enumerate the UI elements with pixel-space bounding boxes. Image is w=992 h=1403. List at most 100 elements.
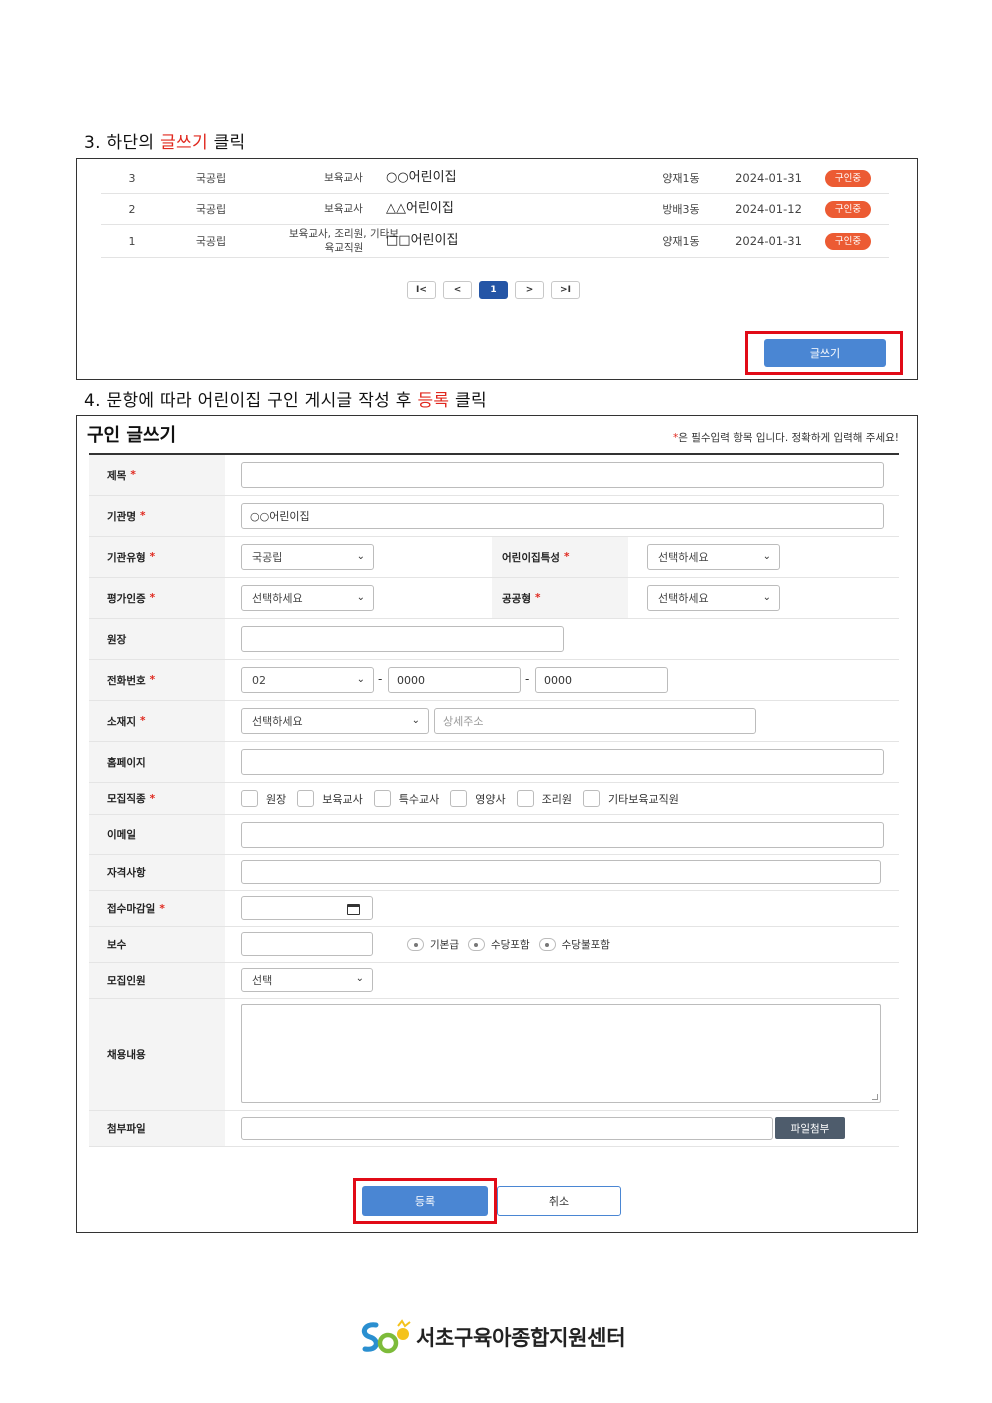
position-option-label: 원장: [266, 792, 287, 806]
subject-input[interactable]: [241, 462, 884, 488]
table-row[interactable]: 1 국공립 보육교사, 조리원, 기타보육교직원 □□어린이집 양재1동 202…: [101, 225, 889, 258]
status-badge-wrap: 구인중: [819, 194, 877, 225]
position-option-label: 보육교사: [322, 792, 363, 806]
cancel-button[interactable]: 취소: [497, 1186, 621, 1216]
footer-org-name: 서초구육아종합지원센터: [416, 1326, 626, 1350]
next-page-button[interactable]: >: [515, 281, 544, 299]
step3-highlight: 글쓰기: [160, 133, 208, 153]
row-org-name[interactable]: △△어린이집: [386, 194, 586, 225]
attachment-input[interactable]: [241, 1117, 773, 1140]
radio-button[interactable]: [538, 938, 556, 951]
phone-mid-input[interactable]: 0000: [388, 667, 521, 693]
row-org-type: 국공립: [195, 234, 227, 248]
position-option-label: 영양사: [475, 792, 506, 806]
checkbox[interactable]: [516, 790, 534, 807]
first-page-button[interactable]: I<: [407, 281, 436, 299]
accreditation-row: 평가인증 * 선택하세요 ⌄ 공공형 * 선택하세요 ⌄: [89, 578, 899, 619]
row-area: 양재1동: [662, 171, 700, 185]
chevron-down-icon: ⌄: [411, 715, 420, 726]
director-row: 원장: [89, 619, 899, 660]
checkbox[interactable]: [373, 790, 391, 807]
qualification-input[interactable]: [241, 860, 881, 884]
form-title: 구인 글쓰기: [87, 425, 177, 446]
center-logo-icon: [361, 1319, 411, 1354]
position-option-label: 특수교사: [398, 792, 440, 806]
checkbox[interactable]: [297, 790, 315, 807]
row-org-name[interactable]: ○○어린이집: [386, 163, 586, 194]
address-select[interactable]: 선택하세요 ⌄: [241, 708, 429, 734]
write-button[interactable]: 글쓰기: [764, 339, 886, 367]
row-area: 양재1동: [662, 234, 700, 248]
phone-last-input[interactable]: 0000: [535, 667, 668, 693]
content-row: 채용내용: [89, 999, 899, 1111]
address-row: 소재지 * 선택하세요 ⌄ 상세주소: [89, 701, 899, 742]
org-name-input[interactable]: ○○어린이집: [241, 503, 884, 529]
last-page-button[interactable]: >I: [551, 281, 580, 299]
attach-file-button[interactable]: 파일첨부: [775, 1117, 845, 1139]
chevron-down-icon: ⌄: [762, 551, 771, 562]
positions-checkboxes: 원장 보육교사 특수교사 영양사 조리원 기타보육교직원: [241, 783, 690, 814]
status-badge: 구인중: [824, 201, 872, 218]
feature-select[interactable]: 선택하세요 ⌄: [647, 544, 780, 570]
headcount-row: 모집인원 선택 ⌄: [89, 963, 899, 999]
status-badge-wrap: 구인중: [819, 163, 877, 194]
org-name-row: 기관명 * ○○어린이집: [89, 496, 899, 537]
director-input[interactable]: [241, 626, 564, 652]
checkbox[interactable]: [241, 790, 258, 807]
prev-page-button[interactable]: <: [443, 281, 472, 299]
row-job: 보육교사, 조리원, 기타보육교직원: [289, 228, 399, 254]
phone-area-select[interactable]: 02 ⌄: [241, 667, 374, 693]
row-number: 3: [128, 171, 136, 185]
attachment-row: 첨부파일 파일첨부: [89, 1111, 899, 1147]
required-note-text: 은 필수입력 항목 입니다. 정확하게 입력해 주세요!: [678, 432, 899, 444]
public-select[interactable]: 선택하세요 ⌄: [647, 585, 780, 611]
salary-label: 보수: [89, 927, 225, 962]
email-label: 이메일: [89, 815, 225, 854]
content-label: 채용내용: [89, 999, 225, 1110]
step4-highlight: 등록: [417, 391, 450, 411]
radio-button[interactable]: [467, 938, 485, 951]
checkbox[interactable]: [450, 790, 468, 807]
org-type-label: 기관유형 *: [89, 537, 225, 577]
headcount-select[interactable]: 선택 ⌄: [241, 968, 373, 992]
homepage-input[interactable]: [241, 749, 884, 775]
row-date: 2024-01-31: [735, 171, 802, 186]
deadline-row: 접수마감일 *: [89, 891, 899, 927]
radio-button[interactable]: [407, 938, 424, 951]
org-type-select[interactable]: 국공립 ⌄: [241, 544, 374, 570]
calendar-icon[interactable]: [347, 904, 360, 915]
chevron-down-icon: ⌄: [355, 973, 364, 984]
step3-title: 3. 하단의 글쓰기 클릭: [84, 128, 245, 153]
qualification-label: 자격사항: [89, 855, 225, 890]
current-page-button[interactable]: 1: [479, 281, 508, 299]
subject-label: 제목 *: [89, 455, 225, 495]
footer-logo: 서초구육아종합지원센터: [358, 1317, 626, 1357]
phone-dash: -: [525, 672, 530, 686]
email-input[interactable]: [241, 822, 884, 848]
row-org-name[interactable]: □□어린이집: [386, 225, 586, 258]
salary-input[interactable]: [241, 932, 373, 956]
row-number: 2: [128, 202, 136, 216]
subject-row: 제목 *: [89, 455, 899, 496]
row-org-type: 국공립: [195, 202, 227, 216]
accreditation-select[interactable]: 선택하세요 ⌄: [241, 585, 374, 611]
address-detail-input[interactable]: 상세주소: [434, 708, 756, 734]
email-row: 이메일: [89, 815, 899, 855]
deadline-input[interactable]: [241, 896, 373, 920]
org-type-row: 기관유형 * 국공립 ⌄ 어린이집특성 * 선택하세요 ⌄: [89, 537, 899, 578]
content-textarea[interactable]: [241, 1004, 881, 1103]
required-note: *은 필수입력 항목 입니다. 정확하게 입력해 주세요!: [673, 430, 899, 445]
resize-handle[interactable]: [872, 1094, 878, 1100]
step4-text-end: 클릭: [449, 391, 487, 411]
chevron-down-icon: ⌄: [356, 674, 365, 685]
table-row[interactable]: 3 국공립 보육교사 ○○어린이집 양재1동 2024-01-31 구인중: [101, 163, 889, 194]
chevron-down-icon: ⌄: [356, 551, 365, 562]
checkbox[interactable]: [582, 790, 600, 807]
table-row[interactable]: 2 국공립 보육교사 △△어린이집 방배3동 2024-01-12 구인중: [101, 194, 889, 225]
step3-text-end: 클릭: [207, 133, 246, 153]
submit-button[interactable]: 등록: [362, 1186, 488, 1216]
status-badge: 구인중: [824, 233, 872, 250]
job-list-panel: 3 국공립 보육교사 ○○어린이집 양재1동 2024-01-31 구인중 2 …: [76, 158, 918, 380]
headcount-label: 모집인원: [89, 963, 225, 998]
row-number: 1: [128, 234, 136, 248]
